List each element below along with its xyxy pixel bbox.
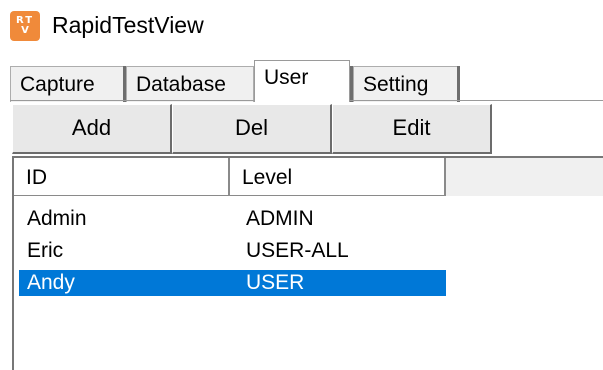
user-id: Admin — [27, 207, 87, 230]
title-bar: RT V RapidTestView — [0, 0, 603, 52]
tab-strip: Capture Database User Setting — [10, 60, 603, 102]
window-title: RapidTestView — [52, 12, 204, 38]
tab-database[interactable]: Database — [126, 66, 254, 102]
delete-button[interactable]: Del — [172, 104, 332, 154]
list-item-selected[interactable]: Andy USER — [19, 270, 446, 296]
tab-setting[interactable]: Setting — [353, 66, 459, 102]
edit-button[interactable]: Edit — [332, 104, 492, 154]
user-list[interactable]: ID Level Admin ADMIN Eric USER-ALL Andy … — [12, 156, 603, 370]
user-toolbar: Add Del Edit — [12, 104, 603, 154]
user-level: USER-ALL — [246, 239, 349, 262]
add-button[interactable]: Add — [12, 104, 172, 154]
app-icon: RT V — [10, 11, 40, 41]
column-header-id[interactable]: ID — [14, 158, 230, 196]
list-header: ID Level — [14, 158, 603, 196]
tab-capture[interactable]: Capture — [10, 66, 124, 102]
tab-divider — [457, 66, 460, 102]
tab-user[interactable]: User — [254, 60, 350, 102]
user-level: ADMIN — [246, 207, 314, 230]
list-item[interactable]: Admin ADMIN — [19, 206, 446, 232]
user-id: Andy — [27, 271, 75, 294]
user-id: Eric — [27, 239, 64, 262]
list-item[interactable]: Eric USER-ALL — [19, 238, 446, 264]
column-header-level[interactable]: Level — [230, 158, 446, 196]
user-level: USER — [246, 271, 305, 294]
